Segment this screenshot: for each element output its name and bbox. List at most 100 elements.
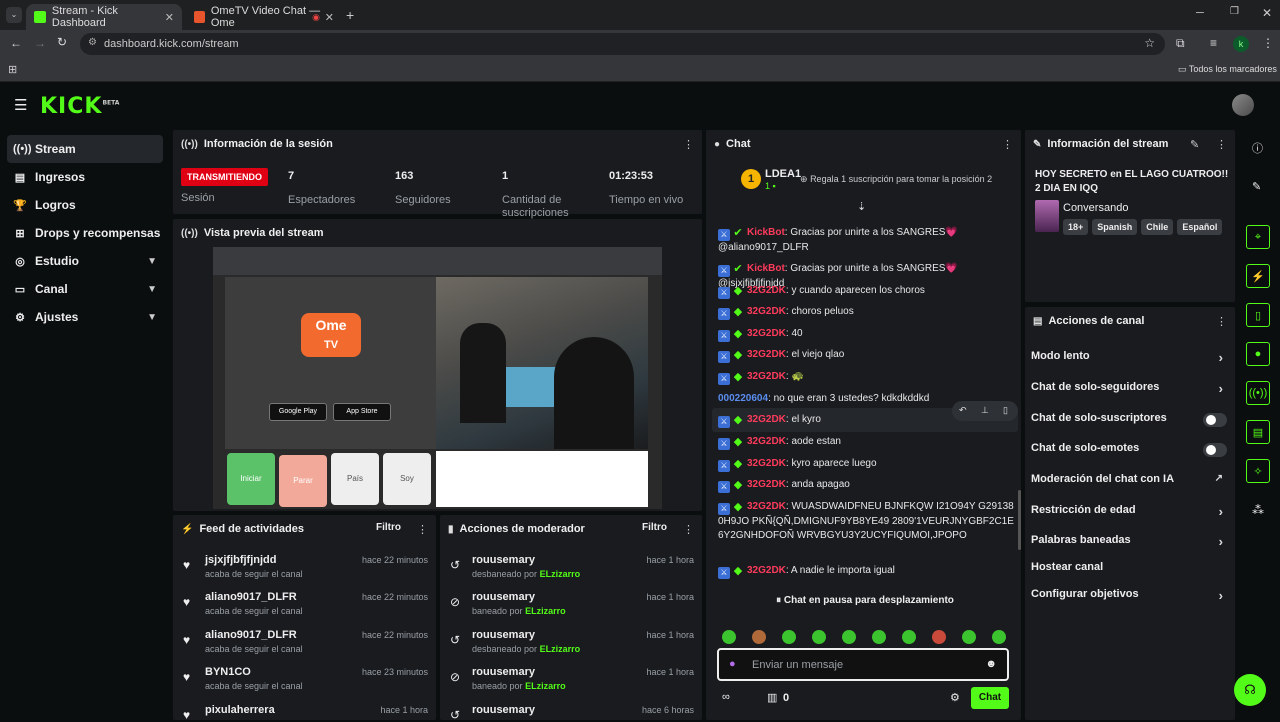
close-icon[interactable]: ✕: [165, 11, 174, 24]
list-item[interactable]: ⊘ rouusemary baneado por ELzizarro hace …: [440, 664, 702, 700]
chat-settings-gear-icon[interactable]: ⚙: [950, 691, 960, 704]
chat-message[interactable]: ⚔ ◆ 32G2DK: anda apagao: [718, 478, 1018, 493]
emote-icon[interactable]: [722, 630, 736, 644]
emote-icon[interactable]: [872, 630, 886, 644]
pinned-divider-icon[interactable]: ⇣: [857, 200, 866, 213]
all-bookmarks[interactable]: ▭ Todos los marcadores: [1178, 64, 1277, 75]
media-icon[interactable]: ≡: [1210, 36, 1217, 50]
camera-tool-button[interactable]: ⌖: [1246, 225, 1270, 249]
emote-icon[interactable]: [902, 630, 916, 644]
chat-message[interactable]: ⚔ ◆ 32G2DK: 🐢: [718, 370, 1018, 385]
edit-pencil-icon[interactable]: ✎: [1190, 138, 1199, 151]
list-item[interactable]: ↺ rouusemary hace 6 horas: [440, 702, 702, 722]
new-tab-button[interactable]: +: [346, 7, 354, 23]
chat-scrollbar[interactable]: [1018, 490, 1021, 550]
list-item[interactable]: ♥ BYN1CO acaba de seguir el canal hace 2…: [173, 664, 436, 700]
sidebar-item-ingresos[interactable]: ▤ Ingresos: [7, 163, 163, 191]
emotes-only-toggle[interactable]: [1203, 443, 1227, 457]
minimize-icon[interactable]: ─: [1196, 7, 1204, 19]
chat-message[interactable]: ⚔ ◆ 32G2DK: 40: [718, 327, 1018, 342]
chat-paused-banner[interactable]: ⏸ Chat en pausa para desplazamiento: [712, 590, 1018, 612]
extensions-icon[interactable]: ⧉: [1176, 36, 1185, 51]
action-configure-goals[interactable]: Configurar objetivos ›: [1031, 588, 1231, 608]
chat-username[interactable]: KickBot: [747, 227, 785, 238]
support-chat-button[interactable]: ☊: [1234, 674, 1266, 706]
action-banned-words[interactable]: Palabras baneadas ›: [1031, 534, 1231, 554]
pencil-icon[interactable]: ✎: [1252, 180, 1261, 193]
sidebar-item-canal[interactable]: ▭ Canal ▼: [7, 275, 163, 303]
filter-button[interactable]: Filtro: [642, 522, 667, 533]
chat-username[interactable]: 32G2DK: [747, 306, 786, 317]
action-subscribers-only[interactable]: Chat de solo-suscriptores: [1031, 412, 1231, 432]
chat-username[interactable]: KickBot: [747, 263, 785, 274]
user-avatar[interactable]: [1232, 94, 1254, 116]
category-name[interactable]: Conversando: [1063, 202, 1128, 214]
reload-icon[interactable]: ↻: [57, 35, 67, 49]
emote-icon[interactable]: [992, 630, 1006, 644]
chat-message[interactable]: ⚔ ◆ 32G2DK: A nadie le importa igual: [718, 564, 1018, 579]
sidebar-item-ajustes[interactable]: ⚙ Ajustes ▼: [7, 303, 163, 331]
stream-preview-video[interactable]: Ome TV Google Play App Store Iniciar Par…: [213, 247, 662, 509]
list-item[interactable]: ♥ aliano9017_DLFR acaba de seguir el can…: [173, 589, 436, 625]
emote-icon[interactable]: [782, 630, 796, 644]
action-emotes-only[interactable]: Chat de solo-emotes: [1031, 442, 1231, 462]
action-age-restriction[interactable]: Restricción de edad ›: [1031, 504, 1231, 524]
tab-ometv[interactable]: OmeTV Video Chat — Ome ◉ ✕: [186, 4, 342, 30]
list-item[interactable]: ↺ rouusemary desbaneado por ELzizarro ha…: [440, 552, 702, 588]
close-icon[interactable]: ✕: [325, 11, 334, 24]
subscribers-only-toggle[interactable]: [1203, 413, 1227, 427]
chat-message[interactable]: ⚔ ✔ KickBot: Gracias por unirte a los SANG…: [718, 226, 1018, 255]
info-icon[interactable]: ⓘ: [1252, 140, 1263, 156]
send-chat-button[interactable]: Chat: [971, 687, 1009, 709]
chat-username[interactable]: 32G2DK: [747, 328, 786, 339]
emoji-icon[interactable]: ☻: [985, 658, 997, 670]
gift-icon[interactable]: ▥: [767, 691, 777, 704]
tab-list-icon[interactable]: ⌄: [6, 7, 22, 23]
forward-icon[interactable]: →: [34, 36, 46, 50]
chat-input[interactable]: ● Enviar un mensaje ☻: [717, 648, 1009, 681]
emote-icon[interactable]: [752, 630, 766, 644]
action-followers-only[interactable]: Chat de solo-seguidores ›: [1031, 381, 1231, 401]
points-icon[interactable]: ∞: [722, 691, 730, 703]
chat-username[interactable]: 32G2DK: [747, 285, 786, 296]
chat-message[interactable]: ⚔ ◆ 32G2DK: WUASDWAIDFNEU BJNFKQW I21O94Y …: [718, 500, 1018, 543]
profile-avatar[interactable]: k: [1233, 36, 1249, 52]
more-options-icon[interactable]: ⋮: [683, 523, 694, 536]
clipboard-tool-button[interactable]: ▯: [1246, 303, 1270, 327]
emote-icon[interactable]: [932, 630, 946, 644]
more-options-icon[interactable]: ⋮: [417, 523, 428, 536]
url-input[interactable]: ⚙ dashboard.kick.com/stream ☆: [80, 33, 1165, 55]
action-ai-moderation[interactable]: Moderación del chat con IA ↗: [1031, 473, 1231, 493]
chat-username[interactable]: 32G2DK: [747, 414, 786, 425]
list-item[interactable]: ♥ aliano9017_DLFR acaba de seguir el can…: [173, 627, 436, 663]
action-slow-mode[interactable]: Modo lento ›: [1031, 350, 1231, 370]
tab-kick-dashboard[interactable]: Stream - Kick Dashboard ✕: [26, 4, 182, 30]
list-item[interactable]: ♥ jsjxjfjbfjfjnjdd acaba de seguir el ca…: [173, 552, 436, 588]
lightning-tool-button[interactable]: ⚡: [1246, 264, 1270, 288]
delete-icon[interactable]: ▯: [1003, 405, 1008, 416]
emote-icon[interactable]: [962, 630, 976, 644]
site-info-icon[interactable]: ⚙: [88, 37, 97, 48]
list-item[interactable]: ♥ pixulaherrera hace 1 hora: [173, 702, 436, 722]
apps-grid-icon[interactable]: ⊞: [8, 63, 17, 76]
gift-sub-prompt[interactable]: ⊕ Regala 1 suscripción para tomar la pos…: [800, 174, 992, 185]
chat-username[interactable]: 32G2DK: [747, 436, 786, 447]
chat-message[interactable]: ⚔ ◆ 32G2DK: choros peluos: [718, 305, 1018, 320]
sidebar-item-stream[interactable]: ((•)) Stream: [7, 135, 163, 163]
reply-icon[interactable]: ↶: [959, 405, 967, 416]
broadcast-tool-button[interactable]: ((•)): [1246, 381, 1270, 405]
chat-username[interactable]: 32G2DK: [747, 458, 786, 469]
more-options-icon[interactable]: ⋮: [1216, 315, 1227, 328]
chat-message[interactable]: ⚔ ◆ 32G2DK: aode estan: [718, 435, 1018, 450]
chat-username[interactable]: 32G2DK: [747, 371, 786, 382]
chat-message[interactable]: ⚔ ◆ 32G2DK: kyro aparece luego: [718, 457, 1018, 472]
back-icon[interactable]: ←: [10, 36, 22, 50]
more-options-icon[interactable]: ⋮: [1216, 138, 1227, 151]
more-options-icon[interactable]: ⋮: [683, 138, 694, 151]
chat-message[interactable]: ⚔ ◆ 32G2DK: y cuando aparecen los choros: [718, 284, 1018, 299]
sidebar-item-logros[interactable]: 🏆 Logros: [7, 191, 163, 219]
action-host-channel[interactable]: Hostear canal: [1031, 561, 1231, 581]
microphone-icon[interactable]: ●: [729, 658, 736, 670]
chat-username[interactable]: 32G2DK: [747, 501, 786, 512]
chat-username[interactable]: 32G2DK: [747, 349, 786, 360]
